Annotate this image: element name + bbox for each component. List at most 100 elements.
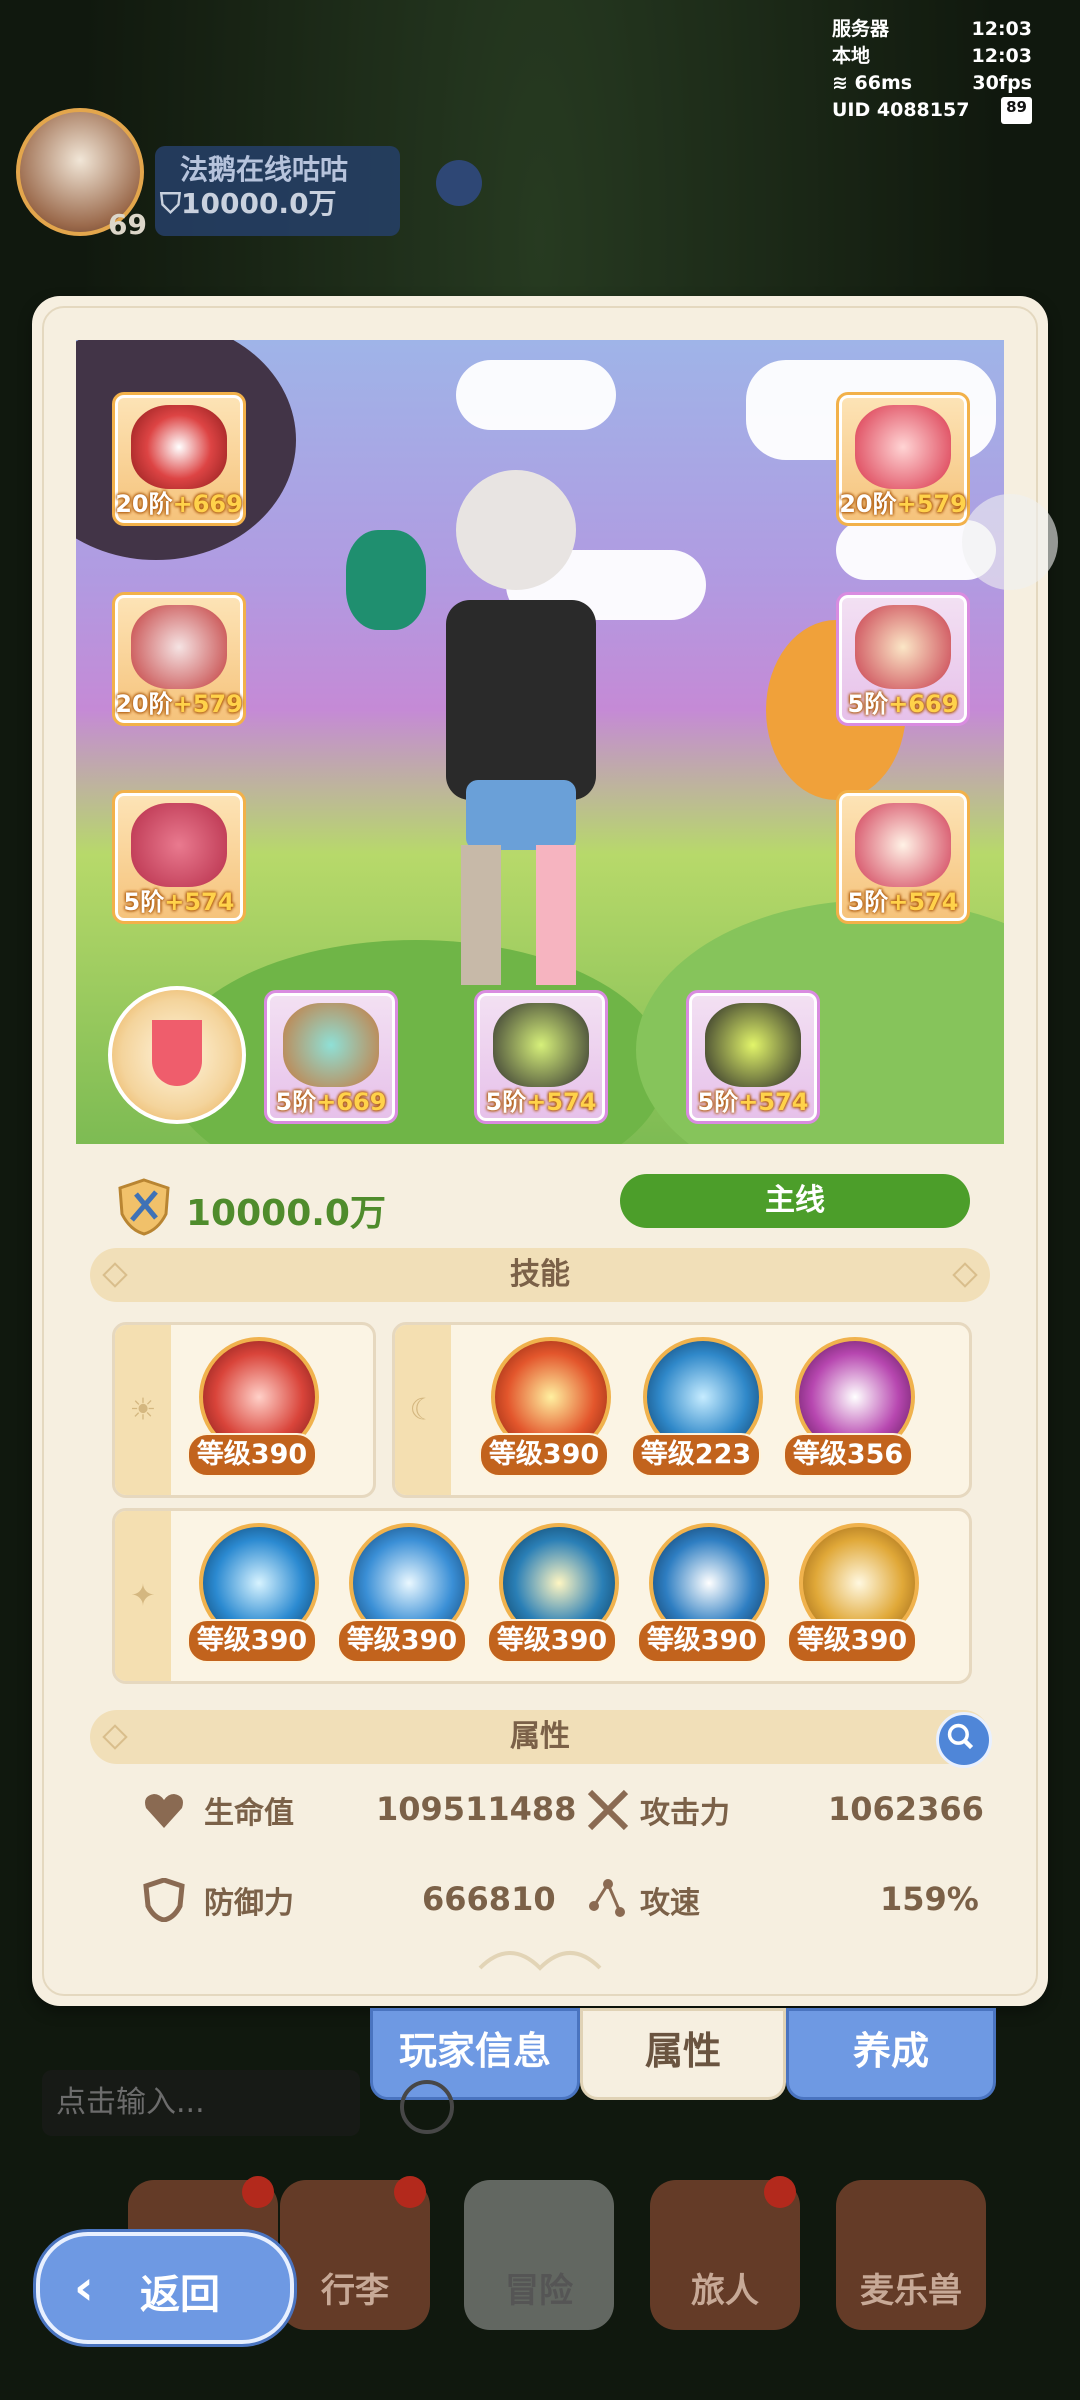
skill-slot[interactable]: 等级390	[487, 1523, 619, 1663]
equip-slot-mask[interactable]: 20阶+579	[836, 392, 970, 526]
local-time: 12:03	[971, 45, 1032, 67]
equip-slot-ring[interactable]: 5阶+669	[264, 990, 398, 1124]
spd-label: 攻速	[640, 1886, 700, 1921]
moon-icon: ☾	[409, 1392, 437, 1428]
equip-label: 5阶+574	[485, 1088, 597, 1116]
drink-icon	[152, 1020, 202, 1086]
skill-slot[interactable]: 等级390	[787, 1523, 919, 1663]
equip-label: 20阶+579	[839, 490, 967, 518]
skill-group-sun: ☀ 等级390	[112, 1322, 376, 1498]
tab-player-info[interactable]: 玩家信息	[370, 2008, 580, 2100]
diamond-icon	[102, 1724, 128, 1750]
skill-group-moon: ☾ 等级390 等级223 等级356	[392, 1322, 972, 1498]
skill-level: 等级223	[631, 1433, 761, 1477]
atk-value: 1062366	[828, 1790, 984, 1828]
skill-group-tab: ☾	[395, 1325, 451, 1495]
speed-nodes-icon	[589, 1879, 625, 1917]
attributes-title: 属性	[510, 1719, 570, 1754]
character-shorts	[466, 780, 576, 850]
skill-slot[interactable]: 等级390	[637, 1523, 769, 1663]
equip-slot-charm[interactable]: 5阶+574	[686, 990, 820, 1124]
server-label: 服务器	[832, 18, 890, 40]
back-label: 返回	[140, 2272, 220, 2318]
potion-slot[interactable]	[108, 986, 246, 1124]
mask-icon	[855, 405, 951, 489]
skill-level: 等级390	[787, 1619, 917, 1663]
skill-slot[interactable]: 等级390	[187, 1337, 319, 1477]
skill-level: 等级390	[637, 1619, 767, 1663]
notification-dot	[764, 2176, 796, 2208]
character-leg	[461, 845, 501, 985]
equip-slot-helmet[interactable]: 20阶+669	[112, 392, 246, 526]
nav-label: 麦乐兽	[860, 2271, 962, 2311]
uid-text: UID 4088157	[832, 99, 970, 121]
nav-travelers[interactable]: 旅人	[650, 2176, 800, 2330]
floating-pet	[346, 530, 426, 630]
heart-icon	[145, 1794, 183, 1828]
equip-slot-belt[interactable]: 5阶+574	[112, 790, 246, 924]
helmet-icon	[131, 405, 227, 489]
skill-slot[interactable]: 等级223	[631, 1337, 763, 1477]
panel-ornament	[470, 1938, 610, 1978]
player-power: ⛉10000.0万	[160, 187, 337, 220]
boots-icon	[855, 803, 951, 887]
skill-group-tab: ☀	[115, 1325, 171, 1495]
character-leg	[536, 845, 576, 985]
paw-icon[interactable]	[436, 160, 482, 206]
skill-level: 等级356	[783, 1433, 913, 1477]
skill-group-tab: ✦	[115, 1511, 171, 1681]
notification-dot	[242, 2176, 274, 2208]
sun-icon: ☀	[129, 1392, 157, 1428]
belt-icon	[131, 803, 227, 887]
def-value: 666810	[422, 1880, 556, 1918]
search-icon[interactable]	[936, 1712, 992, 1768]
nav-label: 行李	[321, 2271, 389, 2311]
skill-group-star: ✦ 等级390 等级390 等级390 等级390 等级390	[112, 1508, 972, 1684]
nav-pets[interactable]: 麦乐兽	[836, 2180, 986, 2330]
swords-icon	[587, 1789, 629, 1831]
equip-label: 5阶+574	[123, 888, 235, 916]
nav-adventure[interactable]: 冒险	[464, 2180, 614, 2330]
cloud	[456, 360, 616, 430]
character-head	[456, 470, 576, 590]
skills-header: 技能	[90, 1248, 990, 1302]
equip-slot-boots[interactable]: 5阶+574	[836, 790, 970, 924]
skill-slot[interactable]: 等级390	[479, 1337, 611, 1477]
shield-icon	[143, 1878, 185, 1922]
back-button[interactable]: ‹ 返回	[36, 2232, 294, 2344]
power-shield-icon	[118, 1178, 170, 1236]
shield-icon: ⛉	[160, 187, 182, 220]
spd-value: 159%	[880, 1880, 979, 1918]
battery-indicator: 89	[1001, 97, 1032, 124]
gloves-icon	[855, 605, 951, 689]
armor-icon	[131, 605, 227, 689]
emoji-icon[interactable]	[400, 2080, 454, 2134]
equip-label: 20阶+669	[115, 490, 243, 518]
equip-label: 5阶+574	[697, 1088, 809, 1116]
atk-label: 攻击力	[640, 1796, 730, 1831]
diamond-icon	[102, 1262, 128, 1288]
chat-input[interactable]: 点击输入...	[42, 2070, 360, 2136]
mainline-button[interactable]: 主线	[620, 1174, 970, 1228]
skill-slot[interactable]: 等级390	[187, 1523, 319, 1663]
skill-slot[interactable]: 等级356	[783, 1337, 915, 1477]
def-label: 防御力	[204, 1886, 294, 1921]
equip-label: 20阶+579	[115, 690, 243, 718]
sparkle-icon: ✦	[130, 1578, 156, 1614]
skill-slot[interactable]: 等级390	[337, 1523, 469, 1663]
server-time: 12:03	[971, 18, 1032, 40]
nav-label: 旅人	[691, 2271, 759, 2311]
equip-slot-necklace[interactable]: 5阶+574	[474, 990, 608, 1124]
nav-luggage[interactable]: 行李	[280, 2176, 430, 2330]
wifi-icon: ≋	[832, 72, 848, 94]
fps-text: 30fps	[972, 72, 1032, 94]
equip-slot-armor[interactable]: 20阶+579	[112, 592, 246, 726]
tab-growth[interactable]: 养成	[786, 2008, 996, 2100]
equip-label: 5阶+669	[275, 1088, 387, 1116]
tab-attributes[interactable]: 属性	[580, 2008, 786, 2100]
attributes-header: 属性	[90, 1710, 990, 1764]
skill-level: 等级390	[487, 1619, 617, 1663]
nav-label: 冒险	[505, 2271, 573, 2311]
chat-bubble-icon[interactable]	[962, 494, 1058, 590]
equip-slot-gloves[interactable]: 5阶+669	[836, 592, 970, 726]
